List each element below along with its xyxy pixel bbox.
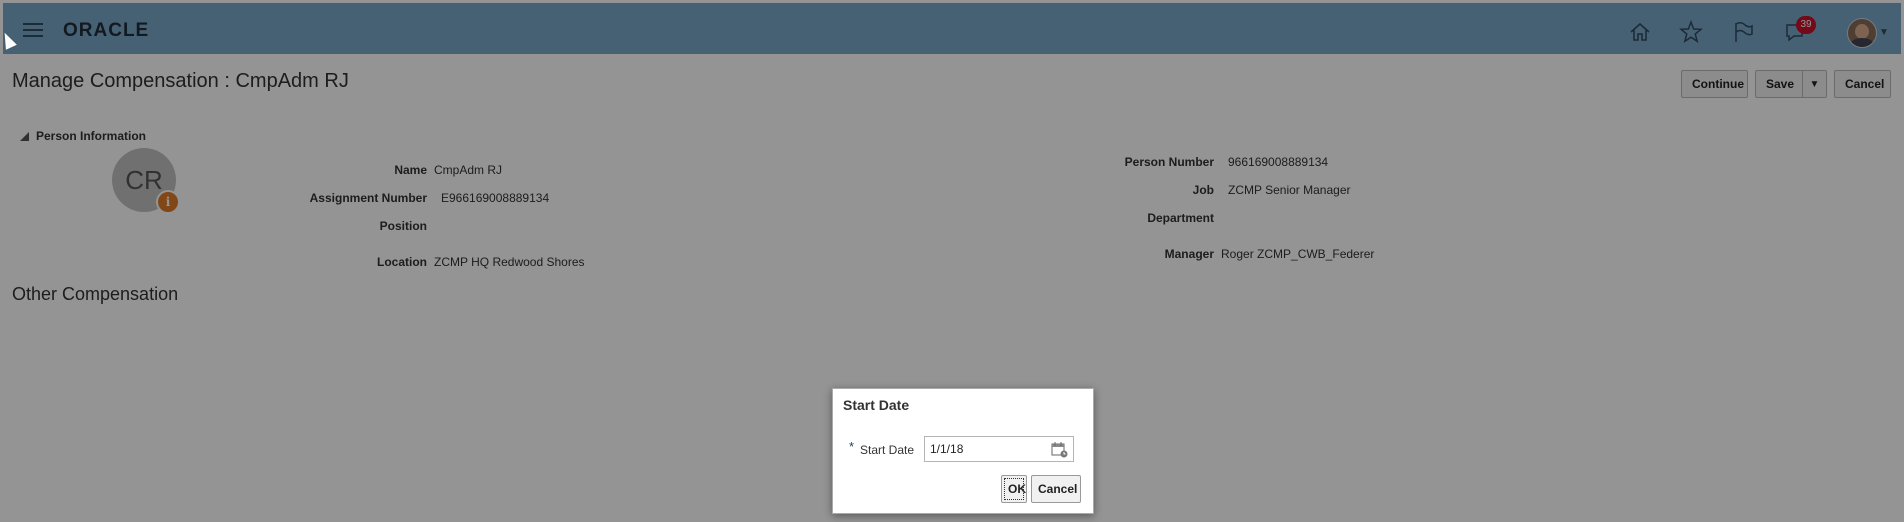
dialog-cancel-button[interactable]: Cancel xyxy=(1031,475,1081,503)
ok-button[interactable]: OK xyxy=(1001,475,1027,503)
modal-overlay-top xyxy=(0,0,1904,54)
calendar-icon[interactable] xyxy=(1051,441,1068,458)
start-date-dialog: Start Date * Start Date OK Cancel xyxy=(832,388,1094,514)
start-date-label: Start Date xyxy=(860,443,915,457)
required-marker: * xyxy=(849,439,855,454)
dialog-title: Start Date xyxy=(843,397,910,413)
app-window: ORACLE 39 ▼ Manage Compensation : CmpAdm… xyxy=(0,0,1904,522)
